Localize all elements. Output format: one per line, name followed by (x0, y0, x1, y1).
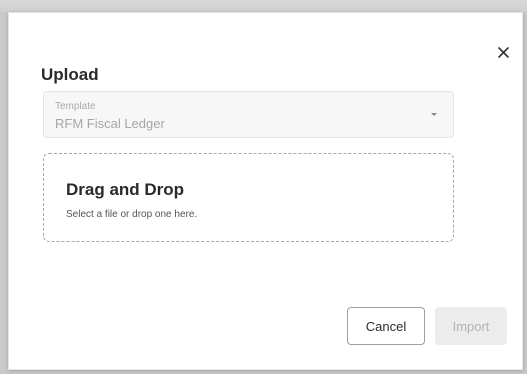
chevron-down-icon (431, 113, 437, 116)
dropzone-subtitle: Select a file or drop one here. (66, 209, 198, 220)
template-select[interactable]: Template RFM Fiscal Ledger (43, 91, 454, 138)
upload-dialog: Upload Template RFM Fiscal Ledger Drag a… (8, 12, 523, 370)
file-dropzone[interactable]: Drag and Drop Select a file or drop one … (43, 153, 454, 242)
template-select-label: Template (55, 101, 96, 112)
template-select-value: RFM Fiscal Ledger (55, 116, 165, 131)
cancel-button[interactable]: Cancel (347, 307, 425, 345)
backdrop (0, 0, 527, 12)
dialog-title: Upload (41, 65, 99, 84)
close-icon (497, 46, 509, 58)
dropzone-title: Drag and Drop (66, 180, 185, 199)
close-button[interactable] (494, 43, 512, 61)
import-button[interactable]: Import (435, 307, 507, 345)
